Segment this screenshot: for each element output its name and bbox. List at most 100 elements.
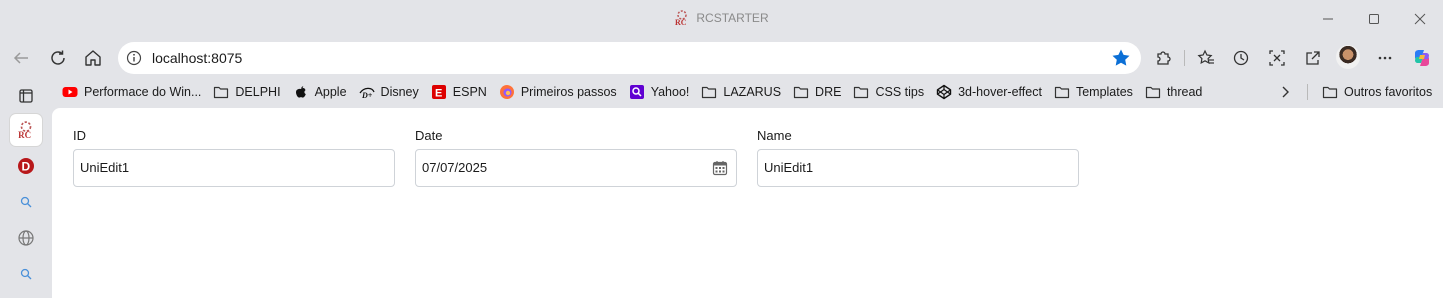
maximize-button[interactable] bbox=[1351, 0, 1397, 38]
rcstarter-favicon-icon: RC bbox=[18, 121, 32, 139]
maximize-icon bbox=[1369, 14, 1379, 24]
favorite-star-icon[interactable] bbox=[1111, 48, 1131, 68]
tab-actions-icon bbox=[19, 89, 33, 103]
date-label: Date bbox=[415, 128, 443, 143]
folder-icon bbox=[213, 84, 229, 100]
history-button[interactable] bbox=[1226, 43, 1256, 73]
favorites-button[interactable] bbox=[1191, 43, 1221, 73]
bookmark-label: Templates bbox=[1075, 85, 1133, 99]
bookmarks-divider bbox=[1307, 84, 1308, 100]
bookmark-espn[interactable]: E ESPN bbox=[425, 80, 493, 104]
youtube-icon bbox=[62, 84, 78, 100]
search-icon bbox=[20, 268, 32, 280]
bookmark-label: Performace do Win... bbox=[84, 85, 202, 99]
other-favorites-label: Outros favoritos bbox=[1344, 85, 1433, 99]
bookmark-label: Yahoo! bbox=[650, 85, 690, 99]
svg-text:E: E bbox=[435, 88, 442, 100]
sidebar-tab-search-1[interactable] bbox=[10, 186, 42, 218]
bookmark-performace[interactable]: Performace do Win... bbox=[56, 80, 207, 104]
bookmark-3d-hover-effect[interactable]: 3d-hover-effect bbox=[930, 80, 1048, 104]
name-label: Name bbox=[757, 128, 792, 143]
refresh-button[interactable] bbox=[43, 43, 73, 73]
id-input[interactable]: UniEdit1 bbox=[73, 149, 395, 187]
folder-icon bbox=[853, 84, 869, 100]
site-info-icon[interactable] bbox=[126, 50, 142, 66]
folder-icon bbox=[1145, 84, 1161, 100]
name-field-group: Name UniEdit1 bbox=[757, 128, 1079, 187]
folder-icon bbox=[1054, 84, 1070, 100]
disney-icon: D+ bbox=[359, 84, 375, 100]
svg-text:RC: RC bbox=[675, 18, 687, 26]
codepen-icon bbox=[936, 84, 952, 100]
bookmarks-overflow-chevron-icon[interactable] bbox=[1277, 84, 1293, 100]
minimize-button[interactable] bbox=[1305, 0, 1351, 38]
copilot-button[interactable] bbox=[1407, 43, 1437, 73]
rcstarter-logo-icon: RC bbox=[674, 10, 690, 26]
id-label: ID bbox=[73, 128, 86, 143]
bookmark-label: CSS tips bbox=[875, 85, 925, 99]
close-icon bbox=[1414, 13, 1426, 25]
bookmark-apple[interactable]: Apple bbox=[287, 80, 353, 104]
bookmark-folder-thread[interactable]: thread bbox=[1139, 80, 1208, 104]
date-value: 07/07/2025 bbox=[422, 160, 488, 175]
espn-icon: E bbox=[431, 84, 447, 100]
yahoo-icon bbox=[629, 84, 645, 100]
bookmark-label: LAZARUS bbox=[723, 85, 782, 99]
favorites-star-icon bbox=[1197, 49, 1214, 65]
window-title-text: RCSTARTER bbox=[696, 11, 769, 25]
bookmark-label: 3d-hover-effect bbox=[958, 85, 1042, 99]
svg-text:D: D bbox=[22, 160, 31, 174]
svg-text:RC: RC bbox=[18, 130, 31, 139]
bookmark-folder-lazarus[interactable]: LAZARUS bbox=[695, 80, 787, 104]
url-text: localhost:8075 bbox=[152, 50, 242, 66]
back-button[interactable] bbox=[6, 43, 36, 73]
profile-avatar[interactable] bbox=[1336, 45, 1360, 69]
apple-icon bbox=[293, 84, 309, 100]
bookmark-folder-delphi[interactable]: DELPHI bbox=[207, 80, 286, 104]
date-input[interactable]: 07/07/2025 bbox=[415, 149, 737, 187]
refresh-icon bbox=[51, 50, 65, 65]
screenshot-button[interactable] bbox=[1262, 43, 1292, 73]
browser-sidebar: RC D bbox=[0, 80, 52, 298]
close-button[interactable] bbox=[1397, 0, 1443, 38]
sidebar-tab-web[interactable] bbox=[10, 222, 42, 254]
share-button[interactable] bbox=[1298, 43, 1328, 73]
bookmark-folder-dre[interactable]: DRE bbox=[787, 80, 847, 104]
sidebar-tab-rcstarter[interactable]: RC bbox=[10, 114, 42, 146]
bookmark-other-favorites[interactable]: Outros favoritos bbox=[1316, 80, 1438, 104]
bookmark-label: thread bbox=[1166, 85, 1203, 99]
name-input[interactable]: UniEdit1 bbox=[757, 149, 1079, 187]
sidebar-tab-search-2[interactable] bbox=[10, 258, 42, 290]
bookmark-label: DELPHI bbox=[235, 85, 281, 99]
back-arrow-icon bbox=[13, 52, 28, 64]
extensions-button[interactable] bbox=[1149, 43, 1179, 73]
window-title: RC RCSTARTER bbox=[0, 10, 1443, 26]
bookmark-folder-css-tips[interactable]: CSS tips bbox=[847, 80, 930, 104]
svg-text:D+: D+ bbox=[361, 91, 373, 100]
bookmark-yahoo[interactable]: Yahoo! bbox=[623, 80, 696, 104]
bookmark-primeiros-passos[interactable]: Primeiros passos bbox=[493, 80, 623, 104]
id-field-group: ID UniEdit1 bbox=[73, 128, 395, 187]
sidebar-tab-delphi[interactable]: D bbox=[10, 150, 42, 182]
screenshot-icon bbox=[1269, 50, 1285, 66]
puzzle-icon bbox=[1157, 51, 1171, 65]
history-icon bbox=[1233, 50, 1249, 66]
bookmark-label: ESPN bbox=[452, 85, 487, 99]
bookmark-folder-templates[interactable]: Templates bbox=[1048, 80, 1139, 104]
date-field-group: Date 07/07/2025 bbox=[415, 128, 737, 187]
settings-menu-button[interactable] bbox=[1370, 43, 1400, 73]
bookmark-disney[interactable]: D+ Disney bbox=[353, 80, 425, 104]
url-host: localhost bbox=[152, 50, 208, 66]
home-button[interactable] bbox=[78, 43, 108, 73]
folder-icon bbox=[793, 84, 809, 100]
url-port: :8075 bbox=[207, 50, 243, 66]
title-bar: RC RCSTARTER bbox=[0, 0, 1443, 38]
calendar-icon[interactable] bbox=[712, 160, 728, 176]
address-bar[interactable]: localhost:8075 bbox=[118, 42, 1141, 74]
browser-toolbar: localhost:8075 bbox=[0, 38, 1443, 78]
minimize-icon bbox=[1323, 18, 1333, 20]
firefox-icon bbox=[499, 84, 515, 100]
page-content: ID UniEdit1 Date 07/07/2025 Name UniEdit… bbox=[52, 108, 1443, 298]
tab-actions-button[interactable] bbox=[10, 80, 42, 112]
more-dots-icon bbox=[1378, 56, 1392, 60]
